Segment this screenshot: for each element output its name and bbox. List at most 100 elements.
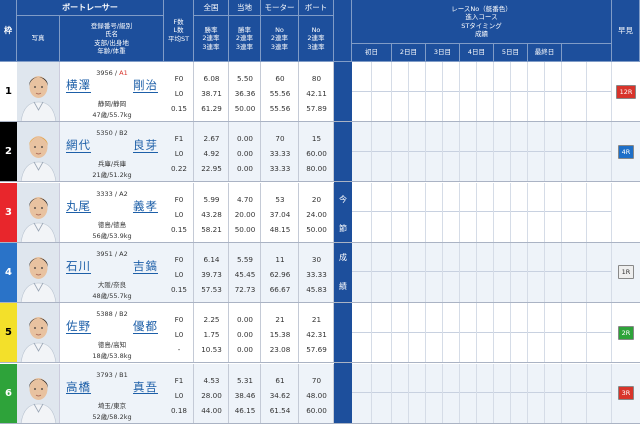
given-name[interactable]: 真吾 [133, 380, 158, 395]
race-result-grid [352, 62, 612, 121]
family-name[interactable]: 石川 [66, 260, 91, 274]
racer-name-link[interactable]: 丸尾 義孝 [66, 199, 158, 214]
local-stats-value: 20.00 [234, 209, 256, 219]
family-name[interactable]: 横澤 [66, 79, 91, 93]
local-stats: 4.70 20.00 50.00 [229, 182, 261, 242]
race-result-cell [528, 242, 545, 302]
motor-stats-value: 11 [275, 254, 285, 264]
given-name[interactable]: 優都 [133, 320, 158, 334]
waku-number: 2 [0, 122, 17, 182]
fl-st: F1 L0 0.22 [164, 122, 194, 182]
race-result-cell [392, 303, 409, 363]
waku-number: 6 [0, 363, 17, 423]
fl-st-value: L0 [174, 149, 184, 159]
fl-st-value: F0 [174, 74, 184, 83]
race-number-badge[interactable]: 4R [617, 144, 635, 159]
local-stats: 5.31 38.46 46.15 [229, 363, 261, 423]
given-name[interactable]: 吉鎬 [133, 260, 158, 274]
racer-name-link[interactable]: 石川 吉鎬 [66, 260, 158, 274]
column-divider [333, 122, 334, 182]
given-name[interactable]: 義孝 [133, 199, 158, 214]
race-result-box [392, 243, 408, 273]
family-name[interactable]: 佐野 [66, 320, 91, 334]
race-result-box [372, 183, 391, 213]
national-subheader: 勝率 2連率 3連率 [194, 16, 229, 62]
race-result-box [426, 122, 442, 152]
race-result-box [545, 303, 561, 333]
boat-stats: 30 33.33 45.83 [299, 242, 334, 302]
race-number-badge[interactable]: 1R [617, 265, 635, 280]
race-result-cell [426, 122, 443, 182]
racer-name-link[interactable]: 網代 良芽 [66, 139, 158, 153]
motor-stats-value: 55.56 [269, 104, 291, 113]
waku-number: 1 [0, 62, 17, 121]
race-result-cell [477, 363, 494, 423]
column-divider [333, 62, 334, 121]
racer-info: 3956 / A1 横澤 剛治 静岡/静岡 47歳/55.7kg [60, 62, 164, 121]
national-stats-value: 28.00 [201, 390, 222, 400]
fl-st-line: 平均ST [167, 34, 190, 43]
given-name[interactable]: 良芽 [133, 139, 158, 153]
race-result-box [409, 243, 425, 273]
reg-number: 3333 [96, 189, 113, 198]
national-stats: 2.25 1.75 10.53 [194, 303, 229, 363]
race-result-cell [443, 62, 460, 121]
day-header: 5日目 [494, 44, 528, 62]
racer-row: 2 5350 / B2 網代 良芽 兵庫/兵庫 21歳/51.2kg F1 L0 0.22… [0, 122, 640, 183]
branch-birthplace: 徳島/高知 [97, 341, 127, 350]
motor-stats-value: 55.56 [269, 89, 291, 98]
race-number-badge[interactable]: 3R [617, 386, 635, 400]
race-result-box [460, 122, 476, 152]
race-result-cell [511, 182, 528, 242]
racer-info: 5388 / B2 佐野 優都 徳島/高知 18歳/53.8kg [60, 303, 164, 363]
racer-info: 3793 / B1 高橋 真吾 埼玉/東京 52歳/58.2kg [60, 363, 164, 423]
race-result-cell [587, 363, 612, 423]
local-stats-value: 0.00 [236, 315, 253, 325]
local-stats-value: 4.70 [236, 194, 253, 204]
race-result-cell [460, 363, 477, 423]
blank-header [334, 0, 352, 62]
fl-st-value: - [177, 345, 181, 355]
race-number-badge[interactable]: 12R [615, 84, 637, 99]
race-result-cell [352, 242, 372, 302]
reg-number: 3793 [96, 370, 113, 379]
race-result-box [392, 303, 408, 333]
race-result-cell [545, 122, 562, 182]
motor-stats: 61 34.62 61.54 [261, 363, 299, 423]
race-result-cell [409, 62, 426, 121]
race-result-cell [426, 62, 443, 121]
race-result-cell [460, 62, 477, 121]
local-stats-value: 5.59 [236, 254, 253, 264]
national-stats-value: 39.73 [201, 269, 222, 279]
tenji-cell: 1R [612, 242, 640, 302]
racer-name-link[interactable]: 佐野 優都 [66, 320, 158, 334]
age-weight: 21歳/51.2kg [92, 171, 132, 180]
race-result-cell [545, 242, 562, 302]
boat-stats: 80 42.11 57.89 [299, 62, 334, 121]
given-name[interactable]: 剛治 [133, 79, 158, 93]
boat-stats-value: 57.89 [306, 104, 327, 113]
motor-stats-value: 53 [275, 194, 285, 204]
day-header: 4日目 [460, 44, 494, 62]
motor-stats: 60 55.56 55.56 [261, 62, 299, 121]
race-result-box [426, 243, 442, 273]
racer-name-link[interactable]: 高橋 真吾 [66, 380, 158, 395]
age-weight: 47歳/55.7kg [92, 111, 132, 119]
race-result-cell [352, 182, 372, 242]
race-result-box [392, 364, 408, 393]
national-stats-value: 2.25 [203, 315, 220, 325]
family-name[interactable]: 丸尾 [66, 199, 91, 214]
family-name[interactable]: 高橋 [66, 380, 91, 395]
local-stats-value: 72.73 [234, 284, 256, 294]
national-stats: 5.99 43.28 58.21 [194, 182, 229, 242]
race-card: 枠 ボートレーサー 写真 登録番号/級別 氏名 支部/出身地 年齢/体重 F数 L数 平均… [0, 0, 640, 424]
family-name[interactable]: 網代 [66, 139, 91, 153]
race-result-box [352, 364, 371, 393]
racer-photo [17, 122, 60, 182]
race-number-badge[interactable]: 2R [617, 325, 635, 340]
racer-name-link[interactable]: 横澤 剛治 [66, 79, 158, 93]
race-result-cell [372, 122, 392, 182]
race-result-cell [409, 182, 426, 242]
race-result-box [372, 122, 391, 152]
boat-rate-line: 3連率 [307, 42, 325, 51]
